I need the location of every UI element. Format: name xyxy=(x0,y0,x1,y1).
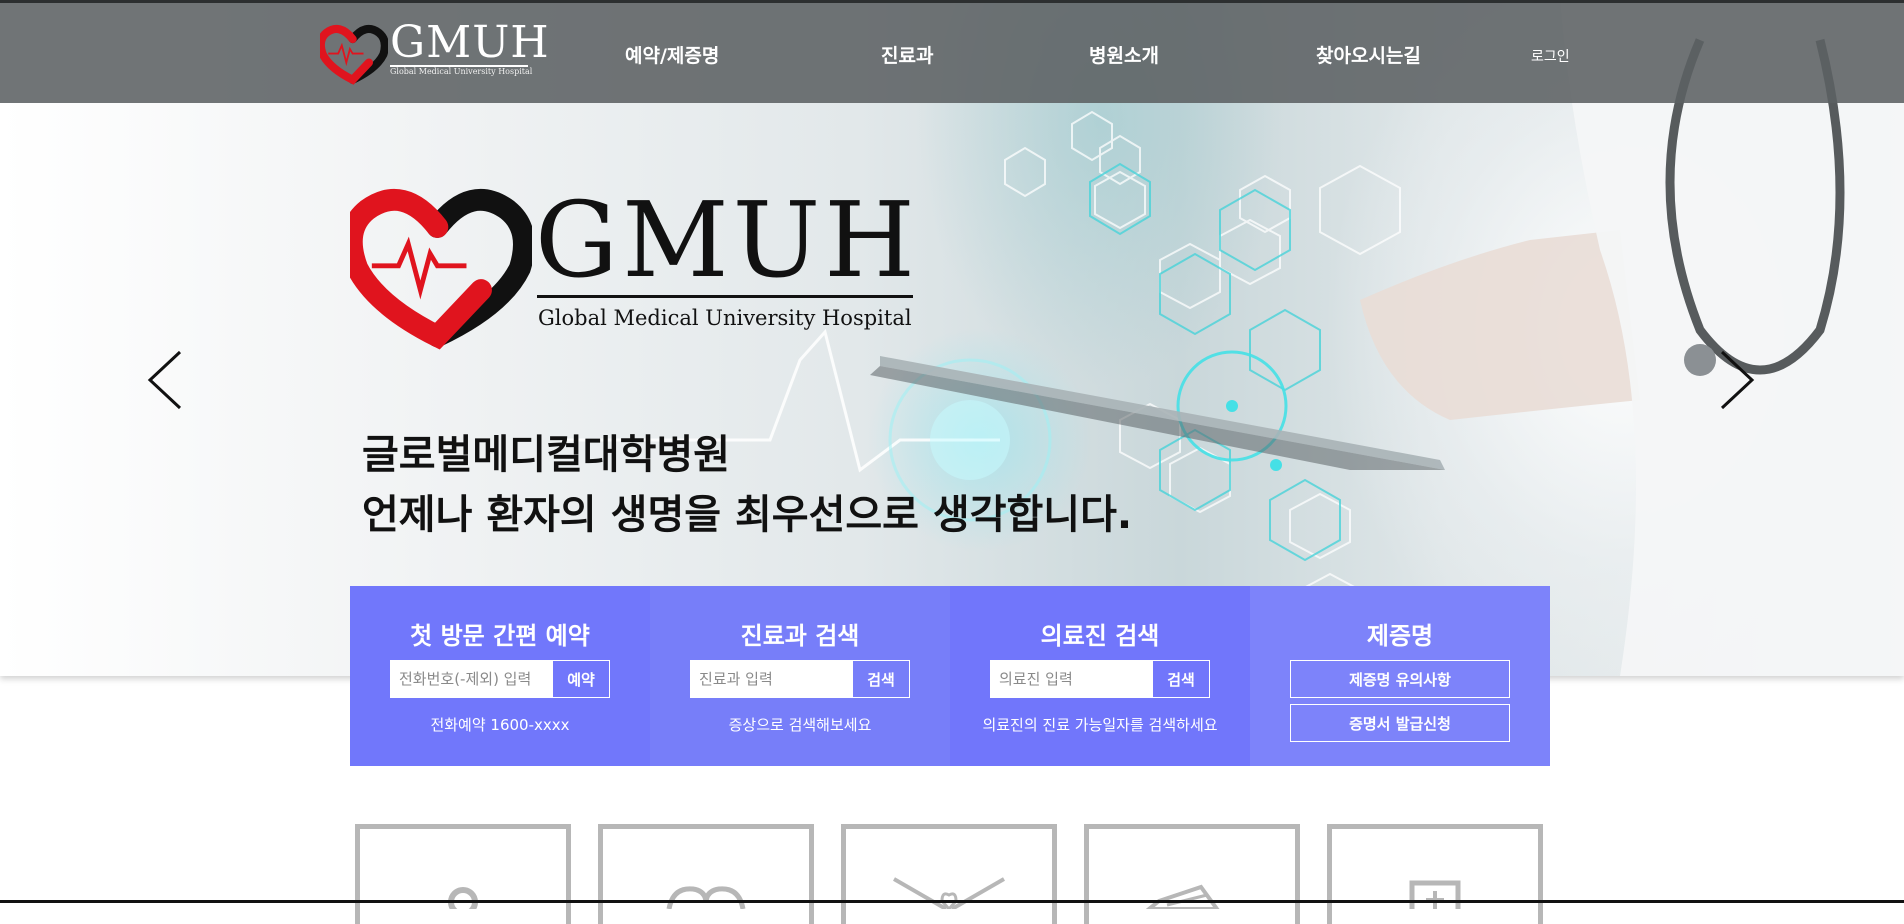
hero-heart-ecg-logo-icon xyxy=(350,188,532,350)
site-header: GMUH Global Medical University Hospital … xyxy=(0,0,1904,103)
service-tile-4[interactable] xyxy=(1084,824,1300,924)
service-tile-1[interactable] xyxy=(355,824,571,924)
phone-reservation-note: 전화예약 1600-xxxx xyxy=(430,716,570,734)
department-search-box: 진료과 검색 검색 증상으로 검색해보세요 xyxy=(650,586,950,766)
department-search-input[interactable] xyxy=(690,660,852,698)
service-tile-5[interactable] xyxy=(1327,824,1543,924)
doctor-search-title: 의료진 검색 xyxy=(1040,622,1160,650)
doctor-search-button[interactable]: 검색 xyxy=(1152,660,1210,698)
certificates-title: 제증명 xyxy=(1366,622,1434,650)
header-brand-wordmark: GMUH xyxy=(390,17,550,68)
documents-icon xyxy=(1145,884,1220,909)
doctor-search-box: 의료진 검색 검색 의료진의 진료 가능일자를 검색하세요 xyxy=(950,586,1250,766)
doctor-search-form: 검색 xyxy=(990,660,1210,698)
nav-item-reservation[interactable]: 예약/제증명 xyxy=(625,41,719,68)
hero-brand-underline xyxy=(537,295,913,298)
hero-headline-line1: 글로벌메디컬대학병원 xyxy=(362,432,730,478)
heart-ecg-logo-icon xyxy=(320,24,388,85)
service-tile-3[interactable] xyxy=(841,824,1057,924)
certificate-notice-button[interactable]: 제증명 유의사항 xyxy=(1290,660,1510,698)
phone-number-input[interactable] xyxy=(390,660,552,698)
heart-envelope-icon xyxy=(893,877,1005,909)
nav-item-directions[interactable]: 찾아오시는길 xyxy=(1316,41,1421,68)
hero-brand-tagline: Global Medical University Hospital xyxy=(538,306,912,330)
doctor-search-input[interactable] xyxy=(990,660,1152,698)
department-search-title: 진료과 검색 xyxy=(740,622,860,650)
heart-icon xyxy=(666,886,746,909)
first-visit-reservation-box: 첫 방문 간편 예약 예약 전화예약 1600-xxxx xyxy=(350,586,650,766)
header-logo[interactable]: GMUH Global Medical University Hospital xyxy=(320,17,549,89)
chevron-right-icon[interactable] xyxy=(1716,348,1756,412)
login-link[interactable]: 로그인 xyxy=(1531,46,1570,66)
quick-service-panel: 첫 방문 간편 예약 예약 전화예약 1600-xxxx 진료과 검색 검색 증… xyxy=(350,586,1550,766)
header-brand-tagline: Global Medical University Hospital xyxy=(390,67,533,76)
person-pin-icon xyxy=(448,887,478,909)
first-visit-form: 예약 xyxy=(390,660,610,698)
reserve-button[interactable]: 예약 xyxy=(552,660,610,698)
chevron-left-icon[interactable] xyxy=(146,348,186,412)
department-search-form: 검색 xyxy=(690,660,910,698)
certificate-request-button[interactable]: 증명서 발급신청 xyxy=(1290,704,1510,742)
medical-kit-icon xyxy=(1409,880,1461,909)
nav-item-about[interactable]: 병원소개 xyxy=(1089,41,1159,68)
certificates-box: 제증명 제증명 유의사항 증명서 발급신청 xyxy=(1250,586,1550,766)
first-visit-title: 첫 방문 간편 예약 xyxy=(410,622,590,650)
doctor-search-note: 의료진의 진료 가능일자를 검색하세요 xyxy=(982,716,1218,734)
hero-headline-line2: 언제나 환자의 생명을 최우선으로 생각합니다. xyxy=(362,492,1133,538)
department-search-button[interactable]: 검색 xyxy=(852,660,910,698)
nav-item-departments[interactable]: 진료과 xyxy=(881,41,933,68)
hero-brand-wordmark: GMUH xyxy=(535,179,919,301)
department-search-note: 증상으로 검색해보세요 xyxy=(728,716,872,734)
service-tile-2[interactable] xyxy=(598,824,814,924)
